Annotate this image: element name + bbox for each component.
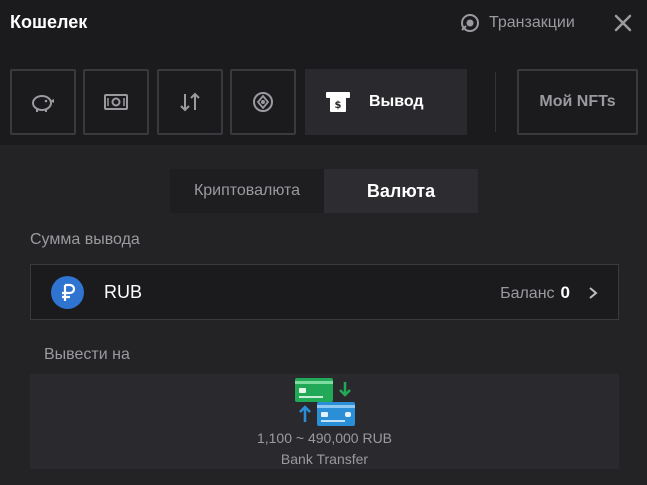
tab-withdraw[interactable]: $ Вывод <box>305 69 467 135</box>
balance-value: 0 <box>560 283 570 302</box>
tab-my-nfts[interactable]: Мой NFTs <box>517 69 638 135</box>
ruble-icon <box>51 276 84 309</box>
currency-type-switch: Криптовалюта Валюта <box>170 169 478 213</box>
atm-cash-icon: $ <box>326 92 350 112</box>
withdraw-to-label: Вывести на <box>44 346 130 363</box>
bank-transfer-option[interactable]: 1,100 ~ 490,000 RUB Bank Transfer <box>30 374 619 469</box>
crypto-chip-icon <box>253 92 273 112</box>
swap-arrows-icon <box>180 92 200 112</box>
bank-cards-icon <box>295 378 355 426</box>
tab-crypto[interactable] <box>230 69 296 135</box>
bank-transfer-limits: 1,100 ~ 490,000 RUB <box>256 430 393 446</box>
segment-fiat[interactable]: Валюта <box>324 169 478 213</box>
tab-withdraw-label: Вывод <box>369 93 424 110</box>
bank-transfer-name: Bank Transfer <box>280 451 369 467</box>
currency-code: RUB <box>104 282 143 302</box>
piggy-bank-icon <box>32 95 54 112</box>
segment-crypto[interactable]: Криптовалюта <box>170 169 324 213</box>
banknote-icon <box>104 94 128 110</box>
close-icon <box>614 14 632 32</box>
currency-selector[interactable]: RUB Баланс 0 <box>30 264 619 320</box>
svg-text:$: $ <box>335 100 342 111</box>
balance-display: Баланс 0 <box>500 283 570 303</box>
tabs-divider <box>495 72 496 132</box>
tab-buy[interactable] <box>83 69 149 135</box>
transactions-link[interactable]: Транзакции <box>459 12 575 34</box>
chevron-right-icon <box>589 287 598 299</box>
page-title: Кошелек <box>10 12 88 32</box>
tab-deposit[interactable] <box>10 69 76 135</box>
balance-label: Баланс <box>500 285 555 302</box>
transactions-icon <box>459 12 481 34</box>
close-button[interactable] <box>612 12 634 34</box>
tab-exchange[interactable] <box>157 69 223 135</box>
transactions-label: Транзакции <box>489 14 575 31</box>
amount-label: Сумма вывода <box>30 231 140 248</box>
